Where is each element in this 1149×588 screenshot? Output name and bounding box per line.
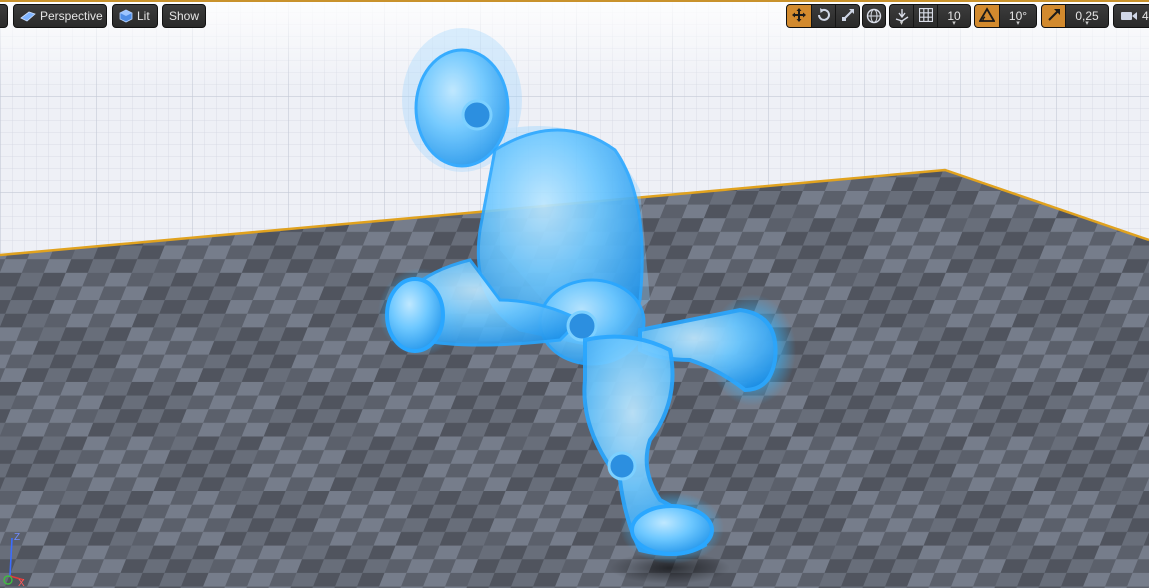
camera-speed-icon bbox=[1120, 9, 1138, 23]
lit-sphere-icon bbox=[119, 9, 133, 23]
surface-snap-caret-icon: ▾ bbox=[899, 20, 904, 27]
translate-button[interactable] bbox=[787, 5, 812, 27]
surface-snap-button[interactable]: ▾ bbox=[890, 5, 914, 27]
show-label: Show bbox=[168, 9, 200, 23]
rotate-icon bbox=[816, 7, 832, 26]
scale-snap-group: 0,25 ▾ bbox=[1041, 4, 1109, 28]
perspective-button[interactable]: Perspective bbox=[13, 4, 107, 28]
rotation-snap-value[interactable]: 10° ▾ bbox=[1000, 5, 1036, 27]
world-icon bbox=[866, 8, 882, 24]
rotation-snap-icon bbox=[978, 6, 996, 26]
lit-button[interactable]: Lit bbox=[112, 4, 158, 28]
camera-speed-value: 4 bbox=[1142, 9, 1149, 23]
scale-button[interactable] bbox=[836, 5, 859, 27]
lit-label: Lit bbox=[137, 9, 150, 23]
viewport-scene[interactable] bbox=[0, 0, 1149, 588]
rotate-button[interactable] bbox=[812, 5, 836, 27]
rotation-snap-caret-icon: ▾ bbox=[1016, 20, 1020, 27]
camera-speed-button[interactable]: 4 bbox=[1113, 4, 1149, 28]
grid-snap-value[interactable]: 10 ▾ bbox=[938, 5, 970, 27]
grid-snap-caret-icon: ▾ bbox=[952, 20, 956, 27]
scale-snap-value[interactable]: 0,25 ▾ bbox=[1066, 5, 1108, 27]
world-local-toggle[interactable] bbox=[862, 4, 886, 28]
scale-snap-icon bbox=[1047, 8, 1061, 25]
scale-icon bbox=[840, 7, 856, 26]
grid-icon bbox=[918, 7, 933, 25]
viewport[interactable]: Perspective Lit Show ▾ 10 ▾ 10° ▾ 0,25 ▾… bbox=[0, 0, 1149, 588]
perspective-cube-icon bbox=[20, 10, 36, 22]
scale-snap-caret-icon: ▾ bbox=[1085, 20, 1089, 27]
rotation-snap-group: 10° ▾ bbox=[974, 4, 1037, 28]
grid-snap-toggle[interactable] bbox=[914, 5, 938, 27]
perspective-label: Perspective bbox=[40, 9, 103, 23]
axis-x-label: X bbox=[18, 578, 25, 588]
show-button[interactable]: Show bbox=[162, 4, 206, 28]
axis-gizmo: Z X bbox=[3, 532, 25, 588]
viewport-options-button[interactable] bbox=[0, 4, 8, 28]
axis-z-label: Z bbox=[14, 532, 20, 543]
rotation-snap-toggle[interactable] bbox=[975, 5, 1000, 27]
viewport-focus-border bbox=[0, 0, 1149, 2]
transform-tools-group bbox=[786, 4, 860, 28]
translate-icon bbox=[791, 7, 807, 26]
grid-snap-group: ▾ 10 ▾ bbox=[889, 4, 971, 28]
scale-snap-toggle[interactable] bbox=[1042, 5, 1066, 27]
